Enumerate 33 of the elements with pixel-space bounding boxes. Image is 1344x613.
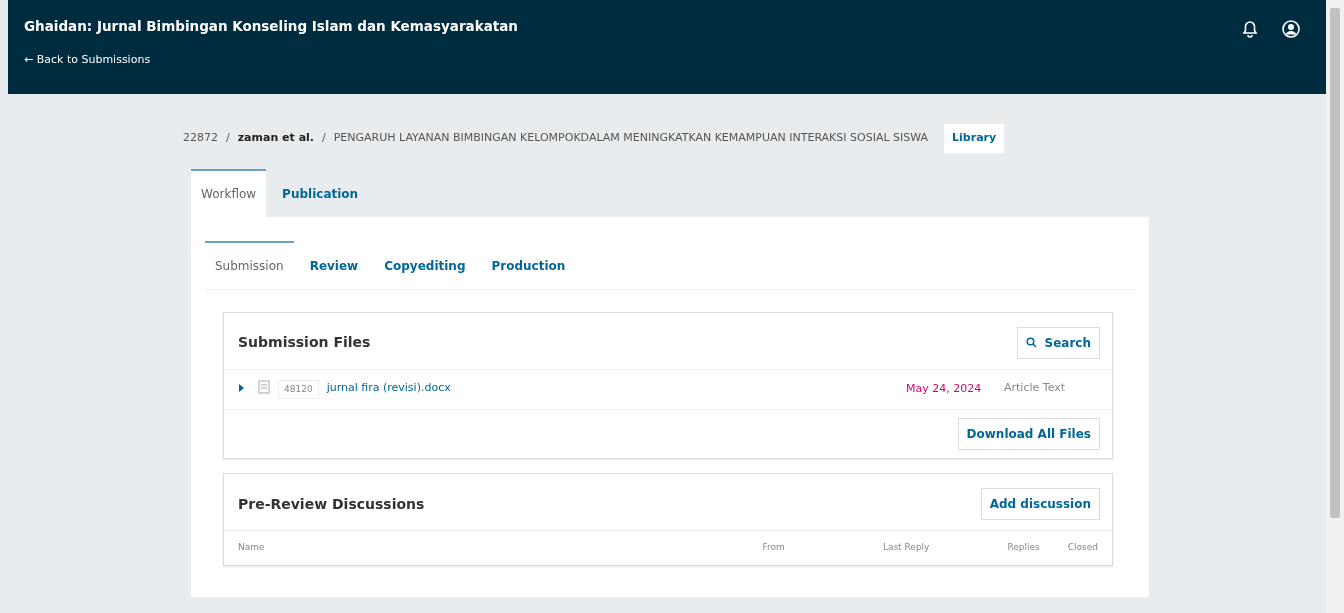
download-all-button[interactable]: Download All Files <box>957 418 1100 450</box>
submission-title: PENGARUH LAYANAN BIMBINGAN KELOMPOKDALAM MENINGKATKAN KEMAMPUAN INTERAKSI SOSIAL SISWA <box>333 130 929 146</box>
panel-title: Submission Files <box>238 333 371 352</box>
search-button[interactable]: Search <box>1016 326 1100 359</box>
column-header: Replies <box>1007 541 1040 554</box>
tab[interactable]: Review <box>299 240 369 289</box>
scrollbar-thumb[interactable] <box>1330 8 1340 518</box>
submission-authors: zaman et al. <box>237 130 314 146</box>
column-header: Closed <box>1067 541 1098 554</box>
separator-slash: / <box>322 130 326 146</box>
column-header: From <box>762 541 785 554</box>
file-icon <box>258 379 270 394</box>
library-button[interactable]: Library <box>944 124 1005 153</box>
journal-title: Ghaidan: Jurnal Bimbingan Konseling Islam dan Kemasyarakatan <box>24 17 518 36</box>
expand-arrow-icon[interactable] <box>238 383 244 392</box>
file-date: May 24, 2024 <box>906 380 983 397</box>
search-icon <box>1025 337 1037 348</box>
file-type: Article Text <box>1004 379 1067 396</box>
panel-title: Pre-Review Discussions <box>238 494 425 514</box>
tab[interactable]: Publication <box>272 168 369 217</box>
add-discussion-button[interactable]: Add discussion <box>980 488 1100 520</box>
tab[interactable]: Production <box>481 240 576 289</box>
file-id: 48120 <box>278 379 319 399</box>
separator-slash: / <box>226 130 230 146</box>
submission-id: 22872 <box>183 130 218 146</box>
back-link[interactable]: ← Back to Submissions <box>24 52 518 69</box>
user-avatar-icon[interactable] <box>1282 20 1300 38</box>
file-link[interactable]: jurnal fira (revisi).docx <box>326 379 451 396</box>
tab[interactable]: Workflow <box>191 168 267 217</box>
notification-bell-icon[interactable] <box>1242 20 1258 38</box>
tab[interactable]: Copyediting <box>374 240 476 289</box>
column-header: Name <box>238 541 265 554</box>
column-header: Last Reply <box>882 541 930 554</box>
